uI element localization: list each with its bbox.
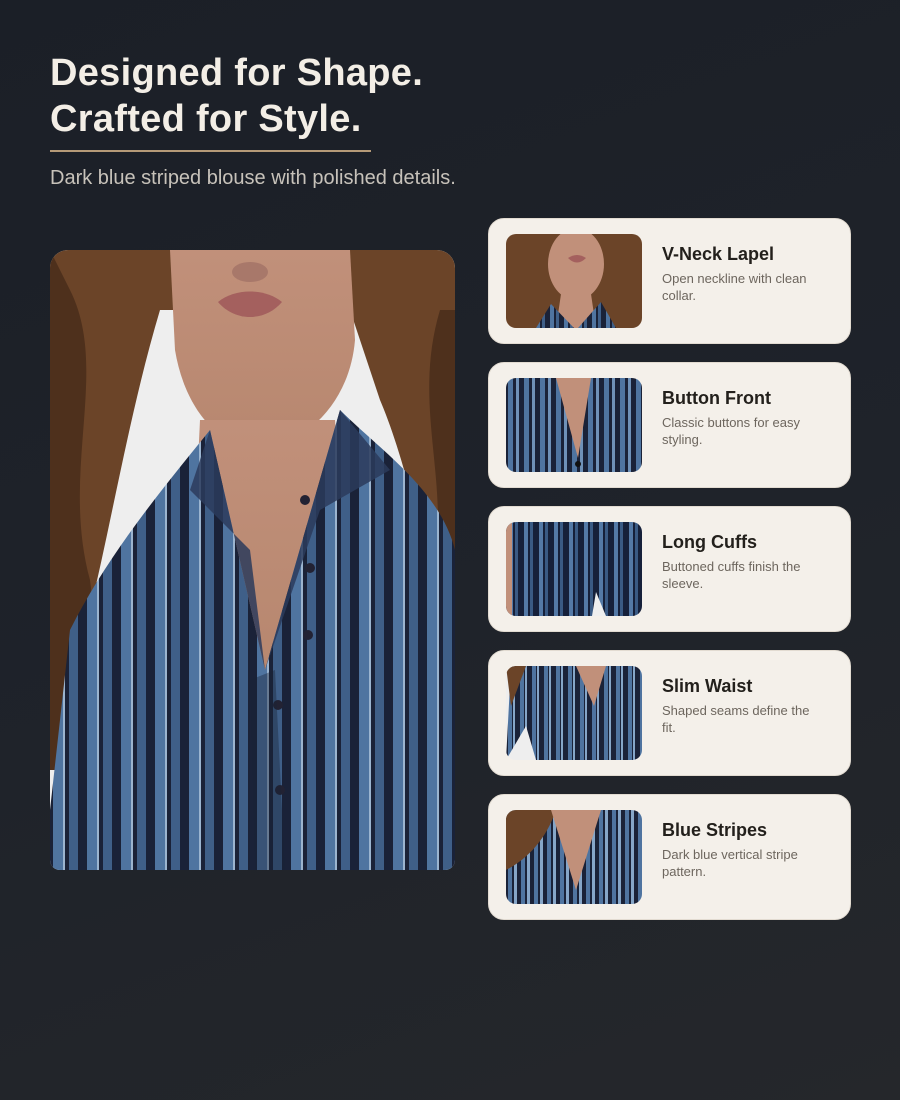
blue-stripes-thumbnail — [506, 810, 642, 904]
feature-title: Button Front — [662, 388, 771, 408]
v-neck-lapel-thumbnail — [506, 234, 642, 328]
hero-product-image — [50, 250, 455, 870]
button-front-thumbnail-illustration — [506, 378, 642, 472]
hero-illustration — [50, 250, 455, 870]
long-cuffs-thumbnail-illustration — [506, 522, 642, 616]
feature-description: Buttoned cuffs finish the sleeve. — [662, 559, 801, 591]
slim-waist-thumbnail — [506, 666, 642, 760]
feature-card-button-front: Button Front Classic buttons for easy st… — [488, 362, 851, 488]
page-subtitle: Dark blue striped blouse with polished d… — [50, 167, 456, 189]
feature-list: V-Neck Lapel Open neckline with clean co… — [488, 218, 851, 938]
page-headline: Designed for Shape. Crafted for Style. — [50, 50, 423, 142]
feature-description: Dark blue vertical stripe pattern. — [662, 847, 798, 879]
headline-line-1: Designed for Shape. — [50, 52, 424, 94]
long-cuffs-thumbnail — [506, 522, 642, 616]
headline-line-2: Crafted for Style. — [50, 98, 362, 140]
feature-title: V-Neck Lapel — [662, 244, 775, 264]
feature-description: Shaped seams define the fit. — [662, 703, 810, 735]
feature-description: Open neckline with clean collar. — [662, 271, 807, 303]
feature-title: Long Cuffs — [662, 532, 757, 552]
headline-divider — [50, 150, 371, 152]
feature-card-long-cuffs: Long Cuffs Buttoned cuffs finish the sle… — [488, 506, 851, 632]
feature-title: Slim Waist — [662, 676, 753, 696]
feature-card-blue-stripes: Blue Stripes Dark blue vertical stripe p… — [488, 794, 851, 920]
slim-waist-thumbnail-illustration — [506, 666, 642, 760]
v-neck-thumbnail-illustration — [506, 234, 642, 328]
blue-stripes-thumbnail-illustration — [506, 810, 642, 904]
feature-card-slim-waist: Slim Waist Shaped seams define the fit. — [488, 650, 851, 776]
feature-description: Classic buttons for easy styling. — [662, 415, 801, 447]
feature-card-v-neck-lapel: V-Neck Lapel Open neckline with clean co… — [488, 218, 851, 344]
feature-title: Blue Stripes — [662, 820, 768, 840]
button-front-thumbnail — [506, 378, 642, 472]
